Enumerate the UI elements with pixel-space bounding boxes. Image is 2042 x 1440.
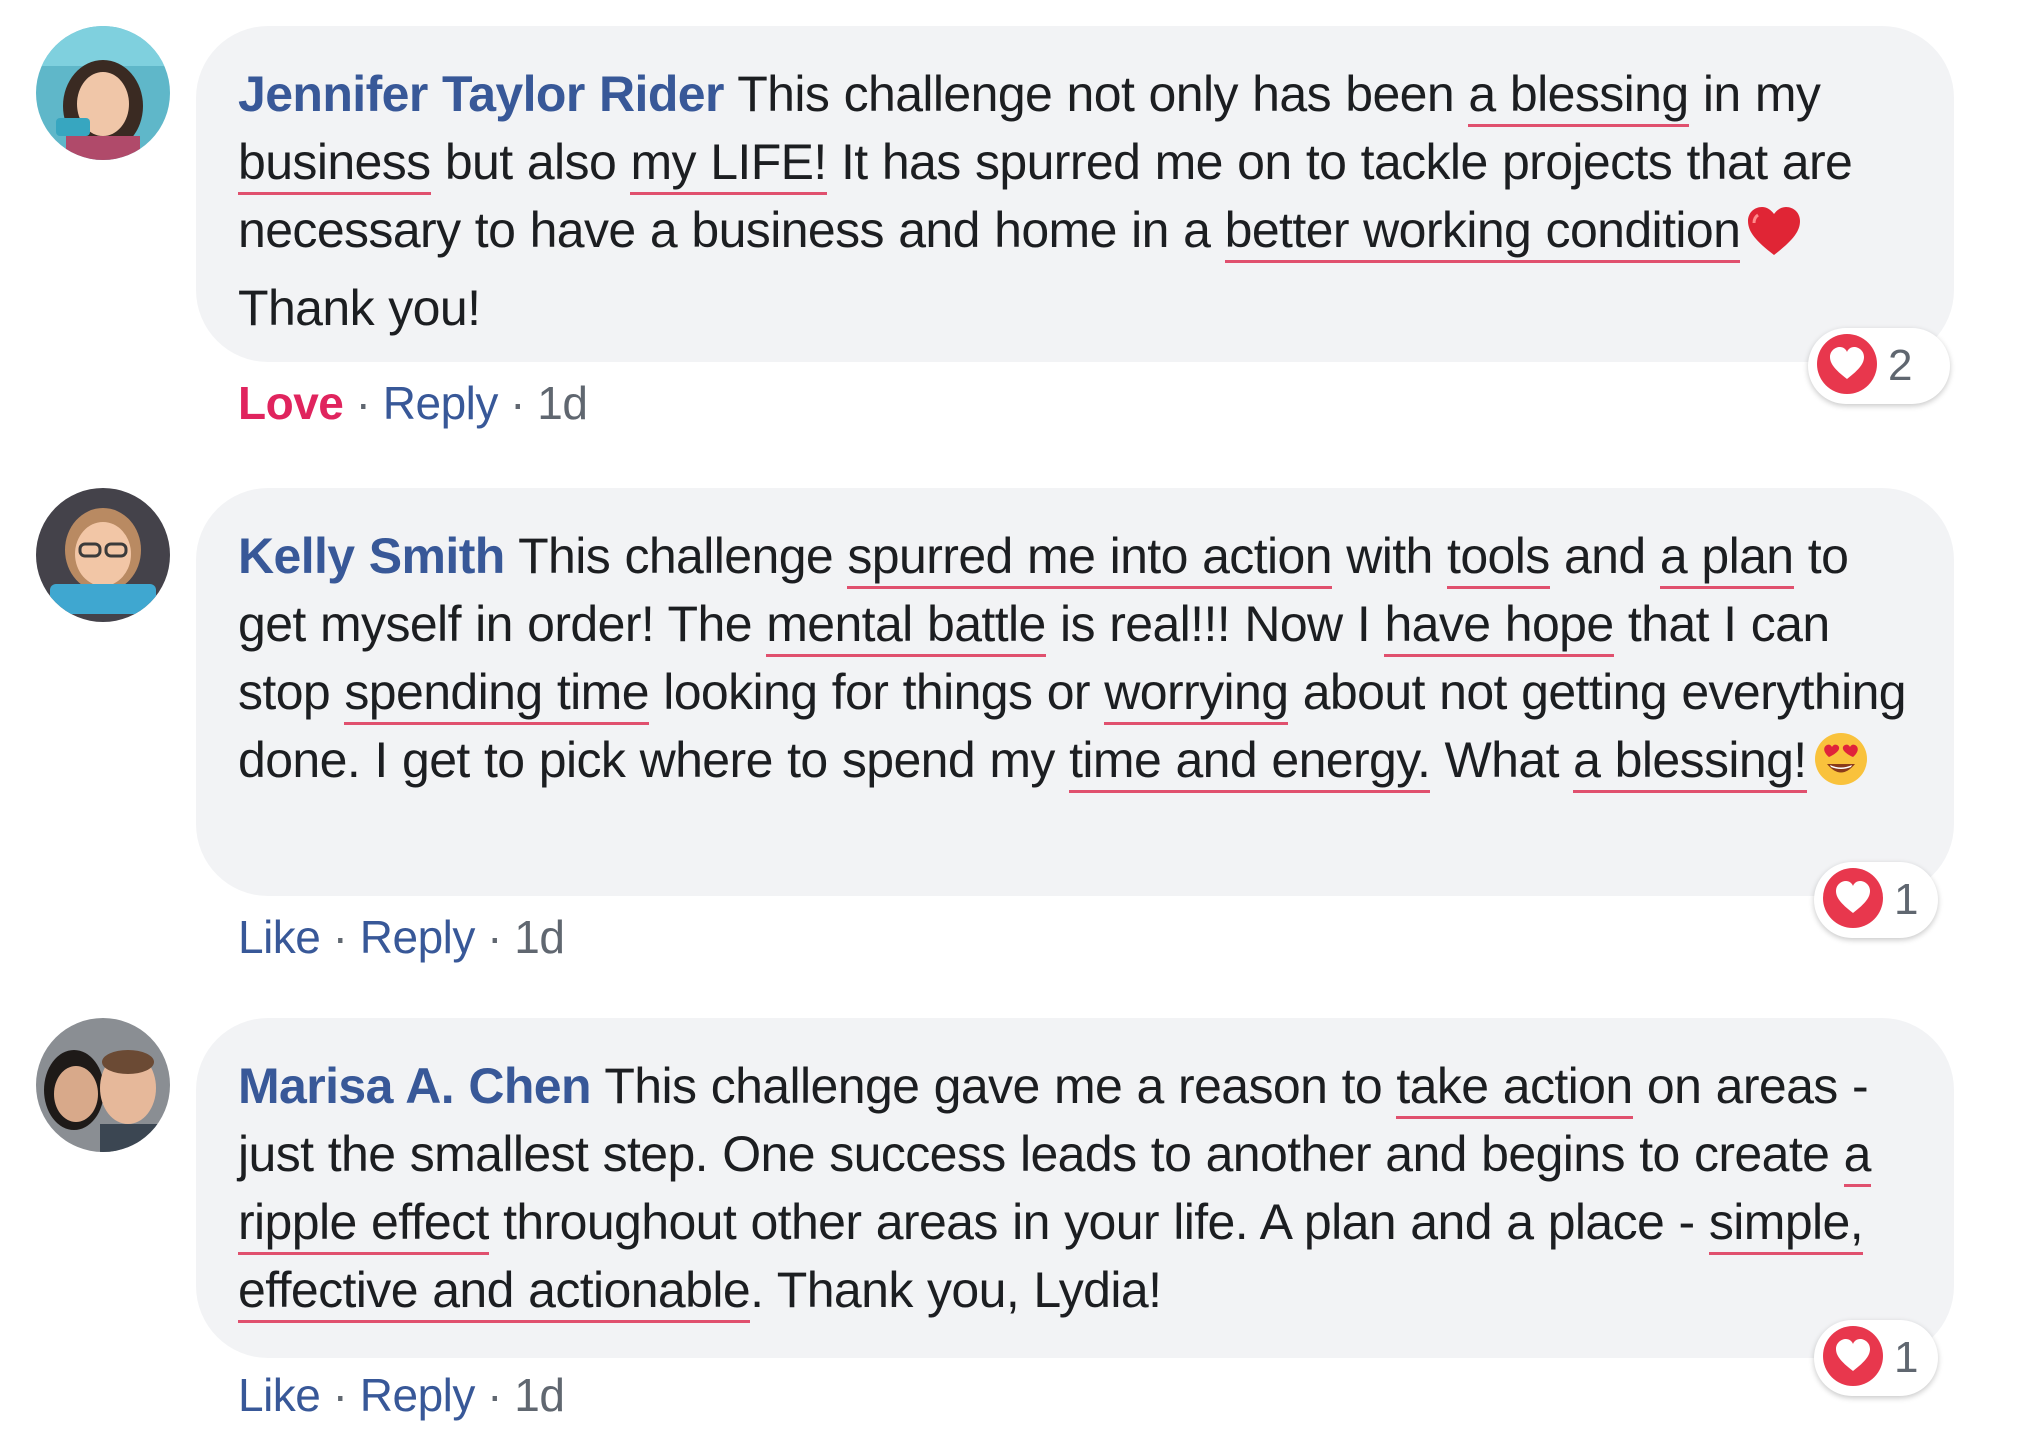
highlighted-phrase: spending time [344,664,650,725]
red-heart-emoji-icon [1746,205,1802,274]
comment-text-segment: with [1331,528,1448,584]
comment-timestamp[interactable]: 1d [514,1369,565,1421]
comment-text-segment: Thank you! [238,280,481,336]
highlighted-phrase: worrying [1104,664,1289,725]
comment-actions: Love · Reply · 1d [238,376,588,430]
highlighted-phrase: time and energy. [1069,732,1431,793]
comment-text-segment: looking for things or [648,664,1105,720]
comment-actions: Like · Reply · 1d [238,1368,565,1422]
comment-timestamp[interactable]: 1d [514,911,565,963]
comment-actions: Like · Reply · 1d [238,910,565,964]
highlighted-phrase: take action [1396,1058,1633,1119]
comment-bubble: Kelly Smith This challenge spurred me in… [196,488,1954,896]
reply-button[interactable]: Reply [383,377,499,429]
reaction-count: 1 [1894,1333,1919,1382]
highlighted-phrase: a blessing! [1573,732,1807,793]
love-button[interactable]: Love [238,377,344,429]
avatar[interactable] [36,26,170,160]
avatar[interactable] [36,1018,170,1152]
heart-eyes-emoji-icon [1813,731,1869,804]
comment-author[interactable]: Kelly Smith [238,528,505,584]
reply-button[interactable]: Reply [360,911,476,963]
comment-text-segment: This challenge gave me a reason to [590,1058,1397,1114]
separator: · [474,1369,515,1421]
separator: · [474,911,515,963]
reply-button[interactable]: Reply [360,1369,476,1421]
love-reaction-icon [1822,1325,1884,1392]
separator: · [320,911,360,963]
comment-text-segment: is real!!! Now I [1045,596,1385,652]
separator: · [497,377,538,429]
highlighted-phrase: a plan [1659,528,1794,589]
comment-text-segment: but also [430,134,631,190]
like-button[interactable]: Like [238,1369,321,1421]
comment-author[interactable]: Marisa A. Chen [238,1058,592,1114]
comment-text-segment: and [1549,528,1660,584]
highlighted-phrase: a blessing [1468,66,1689,127]
comment-timestamp[interactable]: 1d [537,377,588,429]
comment-author[interactable]: Jennifer Taylor Rider [238,66,724,122]
reaction-summary[interactable]: 2 [1808,328,1950,404]
reaction-summary[interactable]: 1 [1814,862,1938,938]
highlighted-phrase: spurred me into action [847,528,1333,589]
highlighted-phrase: my LIFE! [630,134,827,195]
highlighted-phrase: business [238,134,431,195]
comment-text-segment: throughout other areas in your life. A p… [488,1194,1709,1250]
comment-text-segment: . Thank you, Lydia! [750,1262,1162,1318]
love-reaction-icon [1816,333,1878,400]
separator: · [320,1369,360,1421]
comment-text-segment: What [1430,732,1574,788]
comment-text-segment: This challenge not only has been [723,66,1469,122]
love-reaction-icon [1822,867,1884,934]
like-button[interactable]: Like [238,911,321,963]
comment-bubble: Marisa A. Chen This challenge gave me a … [196,1018,1954,1358]
comment-text: Marisa A. Chen This challenge gave me a … [238,1052,1914,1324]
comment-bubble: Jennifer Taylor Rider This challenge not… [196,26,1954,362]
highlighted-phrase: mental battle [766,596,1046,657]
comment-text-segment: This challenge [504,528,848,584]
avatar[interactable] [36,488,170,622]
reaction-summary[interactable]: 1 [1814,1320,1938,1396]
separator: · [343,377,383,429]
highlighted-phrase: better working condition [1224,202,1741,263]
comment-text: Kelly Smith This challenge spurred me in… [238,522,1914,804]
reaction-count: 2 [1888,341,1913,390]
reaction-count: 1 [1894,875,1919,924]
highlighted-phrase: have hope [1384,596,1614,657]
highlighted-phrase: tools [1447,528,1550,589]
comment-text-segment: in my [1688,66,1821,122]
comment-text: Jennifer Taylor Rider This challenge not… [238,60,1914,342]
